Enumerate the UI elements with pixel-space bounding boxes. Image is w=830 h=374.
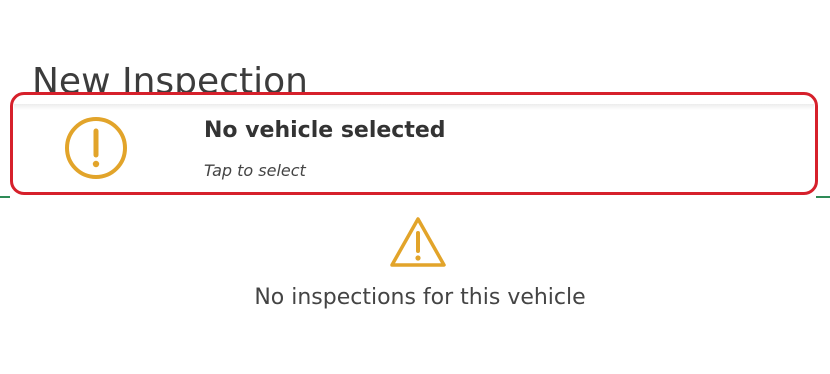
warning-triangle-icon [390,217,446,267]
divider-left [0,196,10,198]
alert-circle-icon [65,117,127,179]
divider-right [816,196,830,198]
card-shadow [14,104,814,110]
vehicle-card-title: No vehicle selected [204,118,446,143]
vehicle-card-subtitle: Tap to select [204,161,306,180]
empty-state-message: No inspections for this vehicle [254,285,586,310]
